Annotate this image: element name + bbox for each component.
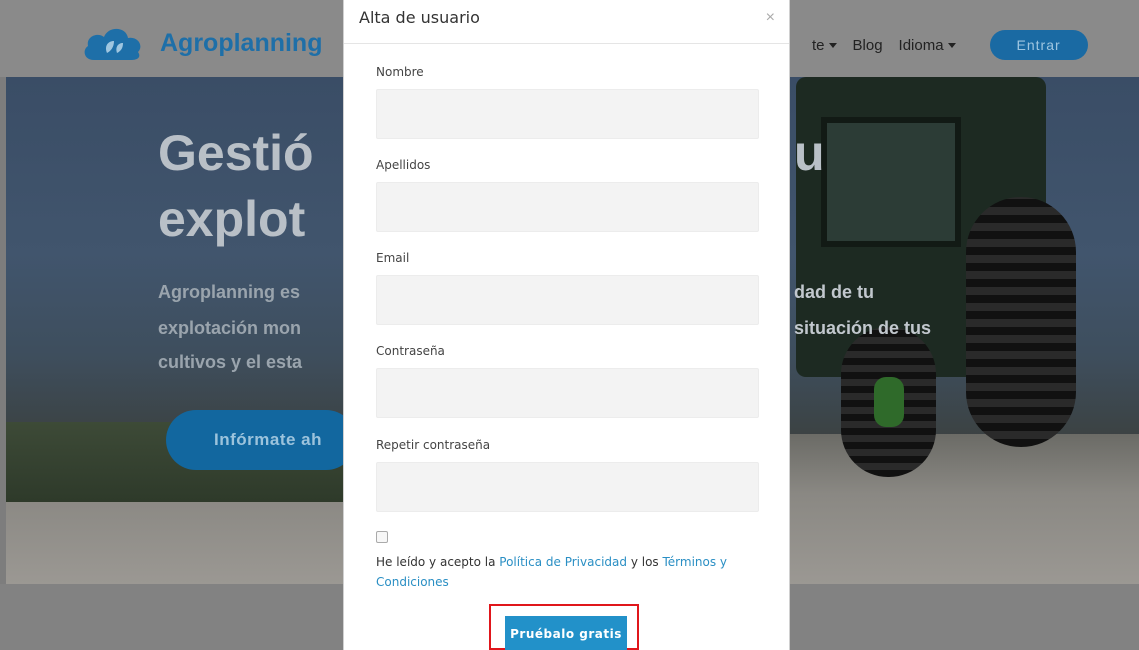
- terms-consent-text: He leído y acepto la Política de Privaci…: [376, 552, 756, 592]
- terms-checkbox[interactable]: [376, 531, 388, 543]
- submit-highlight-box: Pruébalo gratis: [489, 604, 639, 650]
- modal-title: Alta de usuario: [359, 8, 480, 27]
- caret-down-icon: [828, 42, 837, 48]
- modal-header: Alta de usuario ×: [344, 0, 789, 44]
- email-label: Email: [376, 251, 410, 265]
- hero-title-line2: explot: [158, 191, 306, 247]
- signup-modal: Alta de usuario × Nombre Apellidos Email…: [343, 0, 790, 650]
- login-button[interactable]: Entrar: [989, 30, 1088, 60]
- hero-subtitle-line: explotación mon: [158, 318, 302, 338]
- nombre-field[interactable]: [376, 89, 759, 139]
- brand-logo[interactable]: Agroplanning: [80, 24, 322, 62]
- nav-item-label: Blog: [852, 36, 883, 54]
- email-field[interactable]: [376, 275, 759, 325]
- tractor-wheel-hub: [874, 377, 904, 427]
- close-icon[interactable]: ×: [766, 9, 775, 27]
- hero-subtitle-line: cultivos y el esta: [158, 352, 303, 372]
- repeat-password-label: Repetir contraseña: [376, 438, 491, 452]
- apellidos-field[interactable]: [376, 182, 759, 232]
- nav-item-blog[interactable]: Blog: [853, 37, 883, 54]
- tractor-rear-wheel: [966, 197, 1076, 447]
- nav-item-label: Idioma: [898, 36, 944, 54]
- privacy-policy-link[interactable]: Política de Privacidad: [499, 555, 627, 569]
- consent-text: He leído y acepto la: [376, 555, 500, 569]
- consent-text: y los: [627, 555, 663, 569]
- nombre-label: Nombre: [376, 65, 424, 79]
- nav-item-label: te: [812, 36, 825, 54]
- cloud-leaf-icon: [80, 24, 146, 62]
- repeat-password-field[interactable]: [376, 462, 759, 512]
- hero-title-line1: Gestió: [158, 125, 314, 181]
- main-nav: te Blog Idioma Entrar: [812, 30, 1088, 60]
- hero-subtitle-line: situación de tus: [794, 318, 932, 338]
- tractor-cab: [821, 117, 961, 247]
- caret-down-icon: [947, 42, 956, 48]
- hero-subtitle-line: Agroplanning es: [158, 282, 301, 302]
- hero-title-right: u: [794, 125, 825, 181]
- nav-item-idioma[interactable]: Idioma: [899, 37, 956, 54]
- try-free-button[interactable]: Pruébalo gratis: [505, 616, 627, 650]
- password-label: Contraseña: [376, 344, 445, 358]
- apellidos-label: Apellidos: [376, 158, 431, 172]
- brand-name: Agroplanning: [160, 28, 323, 57]
- password-field[interactable]: [376, 368, 759, 418]
- hero-subtitle-line: dad de tu: [794, 282, 874, 302]
- nav-item-te[interactable]: te: [812, 37, 837, 54]
- hero-cta-button[interactable]: Infórmate ah: [166, 410, 356, 470]
